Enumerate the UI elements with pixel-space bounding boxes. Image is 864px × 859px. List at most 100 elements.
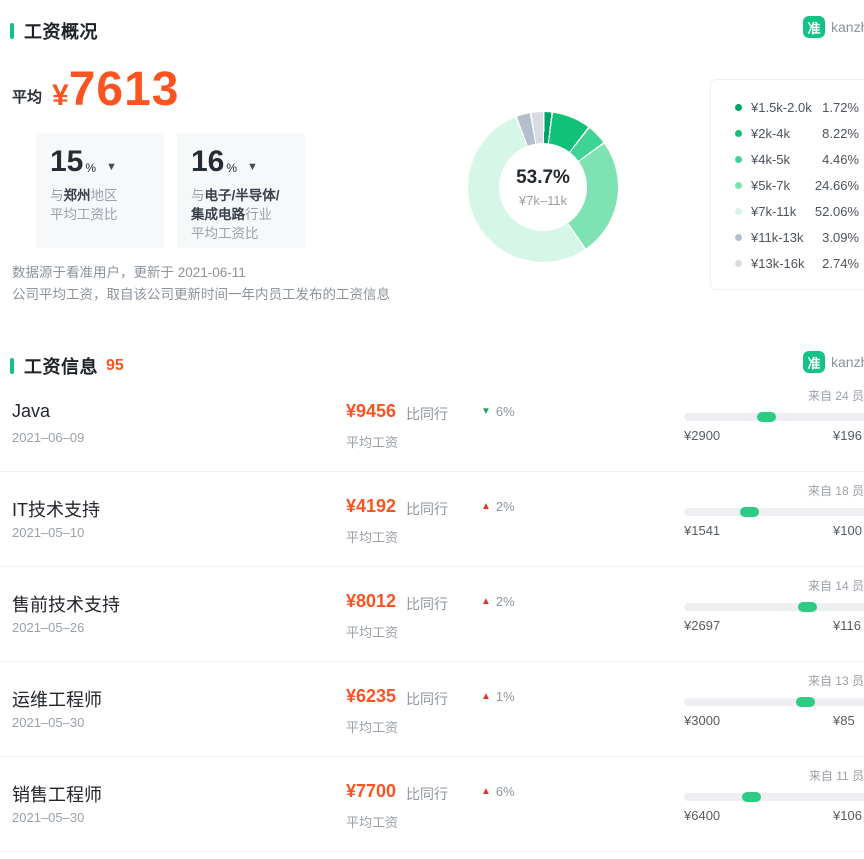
job-date: 2021–05–26 [12,620,84,635]
region-compare-line2: 平均工资比 [50,205,150,224]
range-max: ¥196 [833,428,862,443]
job-title: IT技术支持 [12,496,100,522]
salary-page: 工资概况 准 kanzhun 平均 ¥7613 15 % ▼ 与郑州地区 平均工… [0,0,864,859]
list-item[interactable]: 售前技术支持 2021–05–26 ¥8012 平均工资 比同行 ▲2% 来自 … [0,567,864,662]
trend-up-icon: ▲ [481,691,491,702]
chart-legend: ¥1.5k-2.0k1.72% ¥2k-4k8.22% ¥4k-5k4.46% … [710,79,864,290]
legend-dot [735,208,742,215]
legend-item: ¥4k-5k4.46% [735,146,859,172]
donut-center-label: ¥7k–11k [519,193,567,208]
source-count: 来自 14 员工爆料 [684,577,864,594]
trend-up-icon: ▲ [481,786,491,797]
legend-dot [735,156,742,163]
salary-range: 来自 24 员工爆料 ¥2900 ¥196 [684,377,864,472]
currency-symbol: ¥ [52,79,69,112]
legend-item: ¥5k-7k24.66% [735,172,859,198]
peer-compare-trend: ▲ 6% [481,784,515,799]
salary-range: 来自 13 员工爆料 ¥3000 ¥85 [684,662,864,757]
legend-item: ¥7k-11k52.06% [735,198,859,224]
legend-dot [735,234,742,241]
list-item[interactable]: Java 2021–06–09 ¥9456 平均工资 比同行 ▼6% 来自 24… [0,377,864,472]
salary-list-title: 工资信息 [24,353,98,379]
salary-range: 来自 11 员工爆料 ¥6400 ¥106 [684,757,864,852]
range-min: ¥2697 [684,618,720,633]
overview-title: 工资概况 [24,18,98,44]
peer-compare-trend: ▲2% [481,594,515,609]
legend-dot [735,260,742,267]
job-salary: ¥8012 [346,591,396,612]
salary-range: 来自 14 员工爆料 ¥2697 ¥116 [684,567,864,662]
job-date: 2021–05–30 [12,810,84,825]
trend-pct: 6% [496,784,515,799]
trend-pct: 2% [496,499,515,514]
job-date: 2021–05–30 [12,715,84,730]
job-salary: ¥4192 [346,496,396,517]
range-bar-marker [740,507,759,517]
caret-down-icon[interactable]: ▼ [106,161,117,173]
job-salary: ¥7700 [346,781,396,802]
salary-list-count: 95 [106,357,124,375]
list-item[interactable]: 销售工程师 2021–05–30 ¥7700 平均工资 比同行 ▲6% 来自 1… [0,757,864,852]
trend-up-icon: ▲ [481,596,491,607]
range-bar-track [684,793,864,801]
peer-compare-trend: ▼ 6% [481,404,515,419]
job-salary-label: 平均工资 [346,432,398,451]
job-salary: ¥9456 [346,401,396,422]
region-pct-value: 15 [50,147,83,177]
industry-compare-text: 与电子/半导体/集成电路行业 平均工资比 [191,186,291,243]
range-bar-marker [796,697,815,707]
kanzhun-logo-text: kanzhun [831,354,864,370]
kanzhun-logo-text: kanzhun [831,19,864,35]
source-count: 来自 11 员工爆料 [684,767,864,784]
section-marker [10,358,14,374]
job-salary-label: 平均工资 [346,812,398,831]
donut-center: 53.7% ¥7k–11k [499,143,587,231]
average-salary: 平均 ¥7613 [12,66,179,114]
list-item[interactable]: 运维工程师 2021–05–30 ¥6235 平均工资 比同行 ▲1% 来自 1… [0,662,864,757]
range-bar-track [684,508,864,516]
trend-up-icon: ▲ [481,501,491,512]
trend-down-icon: ▼ [481,406,491,417]
peer-compare-label: 比同行 [406,594,448,614]
range-max: ¥85 [833,713,855,728]
kanzhun-logo[interactable]: 准 kanzhun [803,16,864,38]
legend-item: ¥11k-13k3.09% [735,224,859,250]
kanzhun-logo[interactable]: 准 kanzhun [803,351,864,373]
salary-list-header: 工资信息 95 [10,353,124,379]
disclaimer-line1: 数据源于看准用户，更新于 2021-06-11 [12,262,390,284]
stat-card-industry: 16 % ▼ 与电子/半导体/集成电路行业 平均工资比 [177,133,305,248]
range-max: ¥100 [833,523,862,538]
kanzhun-logo-icon: 准 [803,351,825,373]
caret-down-icon[interactable]: ▼ [247,161,258,173]
average-value: ¥7613 [52,66,179,114]
peer-compare-label: 比同行 [406,499,448,519]
job-salary: ¥6235 [346,686,396,707]
salary-range: 来自 18 员工爆料 ¥1541 ¥100 [684,472,864,567]
average-number: 7613 [69,63,180,116]
job-salary-label: 平均工资 [346,527,398,546]
data-disclaimer: 数据源于看准用户，更新于 2021-06-11 公司平均工资，取自该公司更新时间… [12,262,390,306]
salary-row-list: Java 2021–06–09 ¥9456 平均工资 比同行 ▼6% 来自 24… [0,377,864,852]
legend-dot [735,130,742,137]
job-date: 2021–05–10 [12,525,84,540]
trend-pct: 6% [496,404,515,419]
peer-compare-trend: ▲1% [481,689,515,704]
job-salary-label: 平均工资 [346,717,398,736]
job-title: Java [12,401,50,422]
source-count: 来自 24 员工爆料 [684,387,864,404]
legend-dot [735,182,742,189]
overview-header: 工资概况 [10,18,98,44]
kanzhun-logo-icon: 准 [803,16,825,38]
source-count: 来自 13 员工爆料 [684,672,864,689]
job-title: 运维工程师 [12,686,102,712]
section-marker [10,23,14,39]
salary-distribution-donut: 53.7% ¥7k–11k [468,112,618,262]
range-min: ¥3000 [684,713,720,728]
peer-compare-label: 比同行 [406,689,448,709]
legend-item: ¥2k-4k8.22% [735,120,859,146]
list-item[interactable]: IT技术支持 2021–05–10 ¥4192 平均工资 比同行 ▲ 2% 来自 … [0,472,864,567]
average-label: 平均 [12,86,42,114]
range-min: ¥6400 [684,808,720,823]
industry-compare-line2: 平均工资比 [191,224,291,243]
legend-dot [735,104,742,111]
